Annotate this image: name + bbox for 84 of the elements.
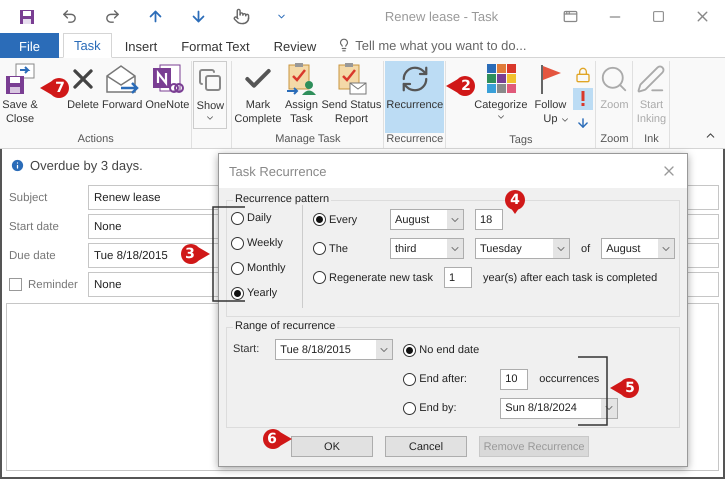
dropdown[interactable]: August	[390, 209, 464, 230]
start-label: Start:	[233, 343, 260, 357]
touch-mode-icon[interactable]	[233, 8, 250, 25]
dropdown[interactable]: third	[390, 238, 464, 259]
ribbon-button[interactable]: Categorize	[473, 61, 528, 134]
notebook-icon	[150, 62, 184, 96]
dropdown[interactable]: August	[601, 238, 676, 259]
checkbox[interactable]	[9, 278, 22, 291]
radio-label: Yearly	[247, 287, 278, 299]
group-label: Recurrence	[385, 133, 444, 147]
group-legend: Recurrence pattern	[233, 193, 332, 205]
ribbon-button[interactable]: Assign Task	[283, 61, 320, 133]
radio-button[interactable]	[313, 242, 326, 255]
categorize-icon	[484, 62, 517, 96]
option-text: occurrences	[539, 373, 600, 385]
radio-button[interactable]	[403, 402, 416, 414]
field-label: Due date	[9, 250, 56, 262]
dropdown[interactable]: Sun 8/18/2024	[500, 398, 618, 418]
radio-label: No end date	[419, 344, 480, 356]
group-legend: Range of recurrence	[233, 320, 338, 332]
number-field[interactable]: 1	[444, 267, 472, 288]
radio-label: The	[329, 242, 349, 254]
ribbon-button[interactable]: Recurrence	[385, 61, 444, 133]
dropdown[interactable]: Tuesday	[475, 238, 570, 259]
radio-label: End by:	[419, 402, 458, 414]
ribbon-button[interactable]: Forward	[101, 61, 144, 133]
ribbon-tab[interactable]: Insert	[114, 33, 168, 58]
radio-button[interactable]	[403, 344, 416, 356]
radio-label: Daily	[247, 212, 272, 224]
file-tab[interactable]: File	[0, 33, 59, 58]
radio-button[interactable]	[231, 286, 244, 300]
field-label: Reminder	[28, 278, 78, 290]
ribbon-button[interactable]: Follow Up	[529, 61, 572, 134]
radio-button[interactable]	[231, 262, 244, 274]
tell-me-field[interactable]: Tell me what you want to do...	[355, 38, 526, 52]
group-label: Ink	[643, 133, 660, 147]
dialog-button[interactable]: OK	[291, 436, 373, 457]
info-icon	[10, 158, 25, 172]
dropdown[interactable]: Tue 8/18/2015	[275, 339, 394, 360]
field-label: Subject	[9, 192, 48, 204]
group-label: Tags	[508, 134, 534, 148]
exclamation-icon	[580, 91, 586, 107]
radio-label: Every	[329, 214, 358, 226]
arrow-down-icon	[576, 116, 590, 130]
dialog-button[interactable]: Cancel	[385, 436, 467, 457]
window-title: Renew lease - Task	[384, 9, 500, 24]
group-label: Zoom	[599, 133, 630, 147]
info-message: Overdue by 3 days.	[30, 158, 143, 172]
ribbon-button[interactable]: OneNote	[144, 61, 190, 133]
radio-label: End after:	[419, 373, 468, 385]
radio-label: Weekly	[247, 237, 283, 249]
undo-icon[interactable]	[61, 8, 78, 25]
radio-button[interactable]	[231, 212, 244, 224]
number-field[interactable]: 10	[500, 368, 528, 390]
pages-icon	[198, 68, 222, 92]
ribbon-button[interactable]: Save & Close	[1, 61, 39, 133]
lock-icon	[575, 67, 592, 83]
option-text: of	[581, 242, 590, 254]
radio-button[interactable]	[313, 271, 326, 284]
ribbon-button[interactable]: Send Status Report	[320, 61, 382, 133]
number-field[interactable]: 18	[475, 209, 503, 230]
redo-icon[interactable]	[104, 8, 121, 25]
group-label: Manage Task	[274, 133, 342, 147]
ribbon-display-icon[interactable]	[563, 9, 578, 24]
group-label: Actions	[76, 133, 115, 147]
option-text: year(s) after each task is completed	[482, 272, 658, 284]
ribbon-button[interactable]: Show	[193, 61, 228, 129]
ribbon-tab[interactable]: Format Text	[170, 33, 261, 58]
radio-button[interactable]	[231, 236, 244, 250]
dialog-title: Task Recurrence	[229, 164, 327, 178]
recurrence-icon	[400, 64, 430, 94]
save-icon[interactable]	[19, 8, 35, 24]
radio-button[interactable]	[313, 213, 326, 226]
radio-button[interactable]	[403, 372, 416, 386]
radio-label: Regenerate new task	[329, 272, 433, 284]
radio-label: Monthly	[247, 262, 286, 274]
ribbon-tab[interactable]: Review	[262, 33, 328, 58]
pen-icon	[636, 64, 666, 94]
ribbon-button[interactable]: Mark Complete	[233, 61, 282, 133]
assign-task-icon	[284, 61, 318, 97]
tag-toggle[interactable]	[573, 88, 594, 110]
ribbon-tab[interactable]: Task	[62, 33, 112, 58]
field-label: Start date	[9, 220, 59, 232]
maximize-icon[interactable]	[652, 10, 665, 23]
